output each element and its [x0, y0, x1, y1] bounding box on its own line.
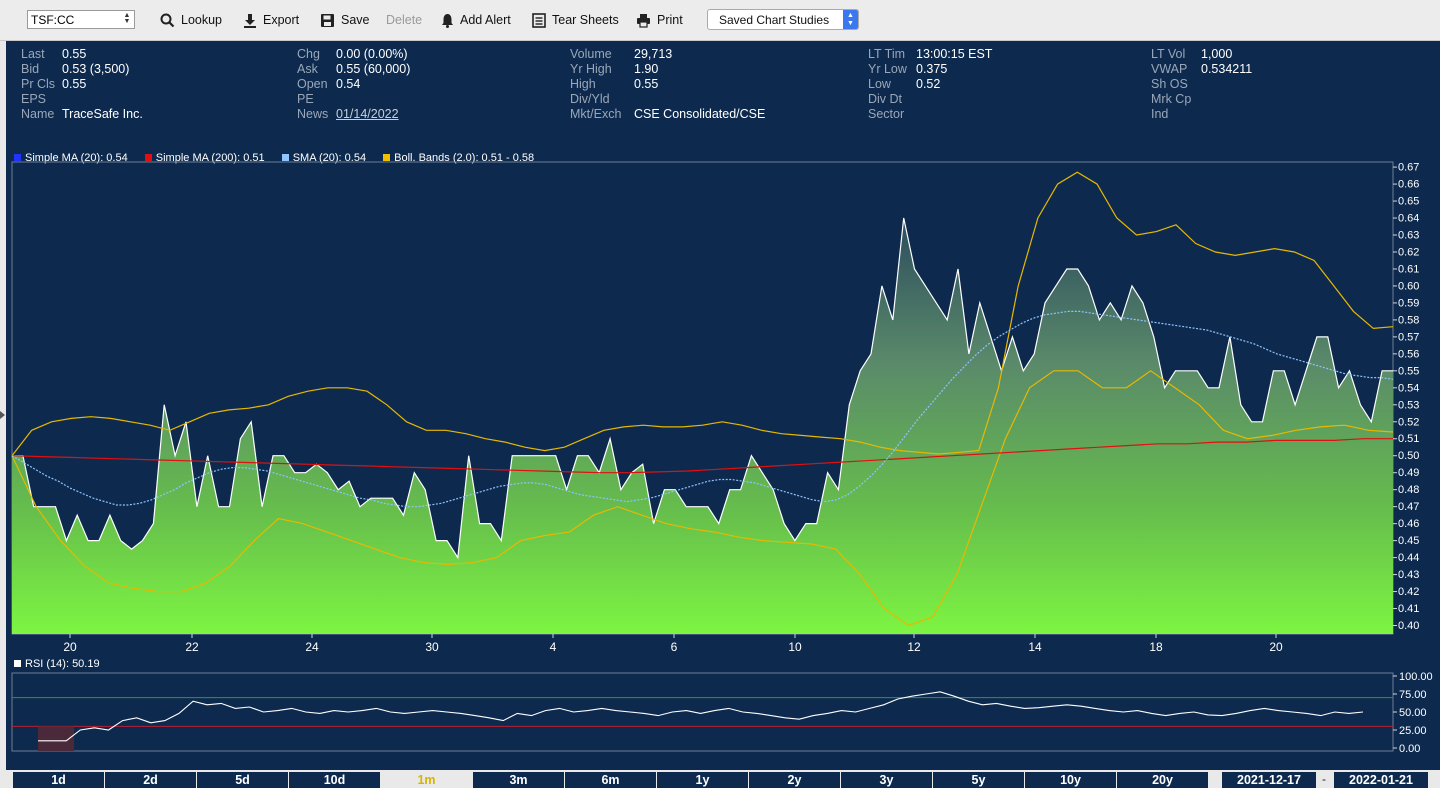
x-tick-label: 20	[1269, 640, 1283, 654]
floppy-disk-icon	[321, 13, 334, 27]
y-tick-label: 0.63	[1398, 230, 1419, 242]
range-button-5d[interactable]: 5d	[197, 772, 288, 788]
price-chart[interactable]: 0.67 0.66 0.65 0.64 0.63 0.62 0.61 0.60 0.59 0.58…	[6, 41, 1440, 770]
x-tick-label: 10	[788, 640, 802, 654]
date-to-field[interactable]: 2022-01-21	[1334, 772, 1428, 788]
printer-icon	[637, 13, 650, 28]
rsi-tick-label: 50.00	[1399, 707, 1427, 719]
price-area	[12, 218, 1393, 634]
rsi-tick-label: 75.00	[1399, 689, 1427, 701]
y-tick-label: 0.67	[1398, 162, 1419, 174]
range-button-6m[interactable]: 6m	[565, 772, 656, 788]
export-label: Export	[263, 13, 300, 27]
download-icon	[244, 13, 256, 28]
y-tick-label: 0.58	[1398, 314, 1419, 326]
y-tick-label: 0.65	[1398, 196, 1419, 208]
symbol-input[interactable]	[28, 11, 119, 29]
y-tick-label: 0.55	[1398, 365, 1419, 377]
x-tick-label: 4	[550, 640, 557, 654]
lookup-label: Lookup	[181, 13, 223, 27]
range-button-5y[interactable]: 5y	[933, 772, 1024, 788]
date-separator: -	[1322, 772, 1326, 786]
y-tick-label: 0.48	[1398, 484, 1419, 496]
print-label: Print	[657, 13, 683, 27]
y-tick-label: 0.40	[1398, 620, 1419, 632]
y-tick-label: 0.44	[1398, 552, 1419, 564]
range-button-10y[interactable]: 10y	[1025, 772, 1116, 788]
y-tick-label: 0.59	[1398, 297, 1419, 309]
y-tick-label: 0.62	[1398, 246, 1419, 258]
y-tick-label: 0.60	[1398, 280, 1419, 292]
x-tick-label: 24	[305, 640, 319, 654]
y-tick-label: 0.54	[1398, 382, 1419, 394]
range-button-3y[interactable]: 3y	[841, 772, 932, 788]
x-tick-label: 18	[1149, 640, 1163, 654]
x-tick-label: 14	[1028, 640, 1042, 654]
rsi-tick-label: 100.00	[1399, 671, 1433, 683]
date-from-field[interactable]: 2021-12-17	[1222, 772, 1316, 788]
symbol-stepper-icon[interactable]: ▲ ▼	[122, 12, 132, 26]
tear-sheets-button[interactable]: Tear Sheets	[532, 12, 619, 28]
rsi-tick-label: 25.00	[1399, 725, 1427, 737]
y-tick-label: 0.49	[1398, 467, 1419, 479]
y-tick-label: 0.50	[1398, 450, 1419, 462]
add-alert-button[interactable]: Add Alert	[441, 12, 511, 28]
y-tick-label: 0.53	[1398, 399, 1419, 411]
delete-button[interactable]: Delete	[386, 12, 422, 28]
y-tick-label: 0.43	[1398, 569, 1419, 581]
symbol-field[interactable]: ▲▼	[27, 10, 135, 29]
y-tick-label: 0.42	[1398, 586, 1419, 598]
y-tick-label: 0.51	[1398, 433, 1419, 445]
y-tick-label: 0.41	[1398, 603, 1419, 615]
x-tick-label: 6	[671, 640, 678, 654]
x-tick-label: 20	[63, 640, 77, 654]
x-tick-label: 12	[907, 640, 921, 654]
range-button-2y[interactable]: 2y	[749, 772, 840, 788]
bell-icon	[442, 13, 453, 28]
range-button-1m[interactable]: 1m	[381, 772, 472, 788]
range-button-1y[interactable]: 1y	[657, 772, 748, 788]
saved-chart-studies-select[interactable]: Saved Chart Studies ▲ ▼	[707, 9, 859, 30]
chart-panel: Last 0.55 Bid 0.53 (3,500) Pr Cls 0.55 EPS …	[6, 41, 1440, 770]
x-tick-label: 30	[425, 640, 439, 654]
delete-label: Delete	[386, 13, 423, 27]
y-tick-label: 0.66	[1398, 179, 1419, 191]
search-icon	[160, 13, 175, 27]
lookup-button[interactable]: Lookup	[160, 12, 222, 28]
saved-chart-studies-label: Saved Chart Studies	[719, 13, 830, 27]
range-button-2d[interactable]: 2d	[105, 772, 196, 788]
save-button[interactable]: Save	[320, 12, 370, 28]
y-tick-label: 0.56	[1398, 348, 1419, 360]
y-tick-label: 0.52	[1398, 416, 1419, 428]
collapse-arrow-icon[interactable]	[0, 411, 5, 419]
x-tick-label: 22	[185, 640, 199, 654]
range-button-1d[interactable]: 1d	[13, 772, 104, 788]
range-bar: 1d 2d 5d 10d 1m 3m 6m 1y 2y 3y 5y 10y 20y	[13, 772, 1209, 788]
document-icon	[532, 12, 546, 28]
rsi-tick-label: 0.00	[1399, 743, 1420, 755]
tear-sheets-label: Tear Sheets	[552, 13, 619, 27]
y-tick-label: 0.45	[1398, 535, 1419, 547]
export-button[interactable]: Export	[243, 12, 299, 28]
range-button-10d[interactable]: 10d	[289, 772, 380, 788]
add-alert-label: Add Alert	[460, 13, 511, 27]
y-tick-label: 0.61	[1398, 263, 1419, 275]
range-button-20y[interactable]: 20y	[1117, 772, 1208, 788]
y-tick-label: 0.57	[1398, 331, 1419, 343]
y-tick-label: 0.47	[1398, 501, 1419, 513]
y-tick-label: 0.64	[1398, 213, 1419, 225]
select-arrows-icon: ▲ ▼	[843, 10, 858, 29]
toolbar: ▲▼ Lookup Export Save Delete Add Alert T…	[0, 0, 1440, 41]
save-label: Save	[341, 13, 370, 27]
print-button[interactable]: Print	[636, 12, 683, 28]
y-tick-label: 0.46	[1398, 518, 1419, 530]
rsi-plot-frame	[11, 672, 1394, 752]
range-button-3m[interactable]: 3m	[473, 772, 564, 788]
